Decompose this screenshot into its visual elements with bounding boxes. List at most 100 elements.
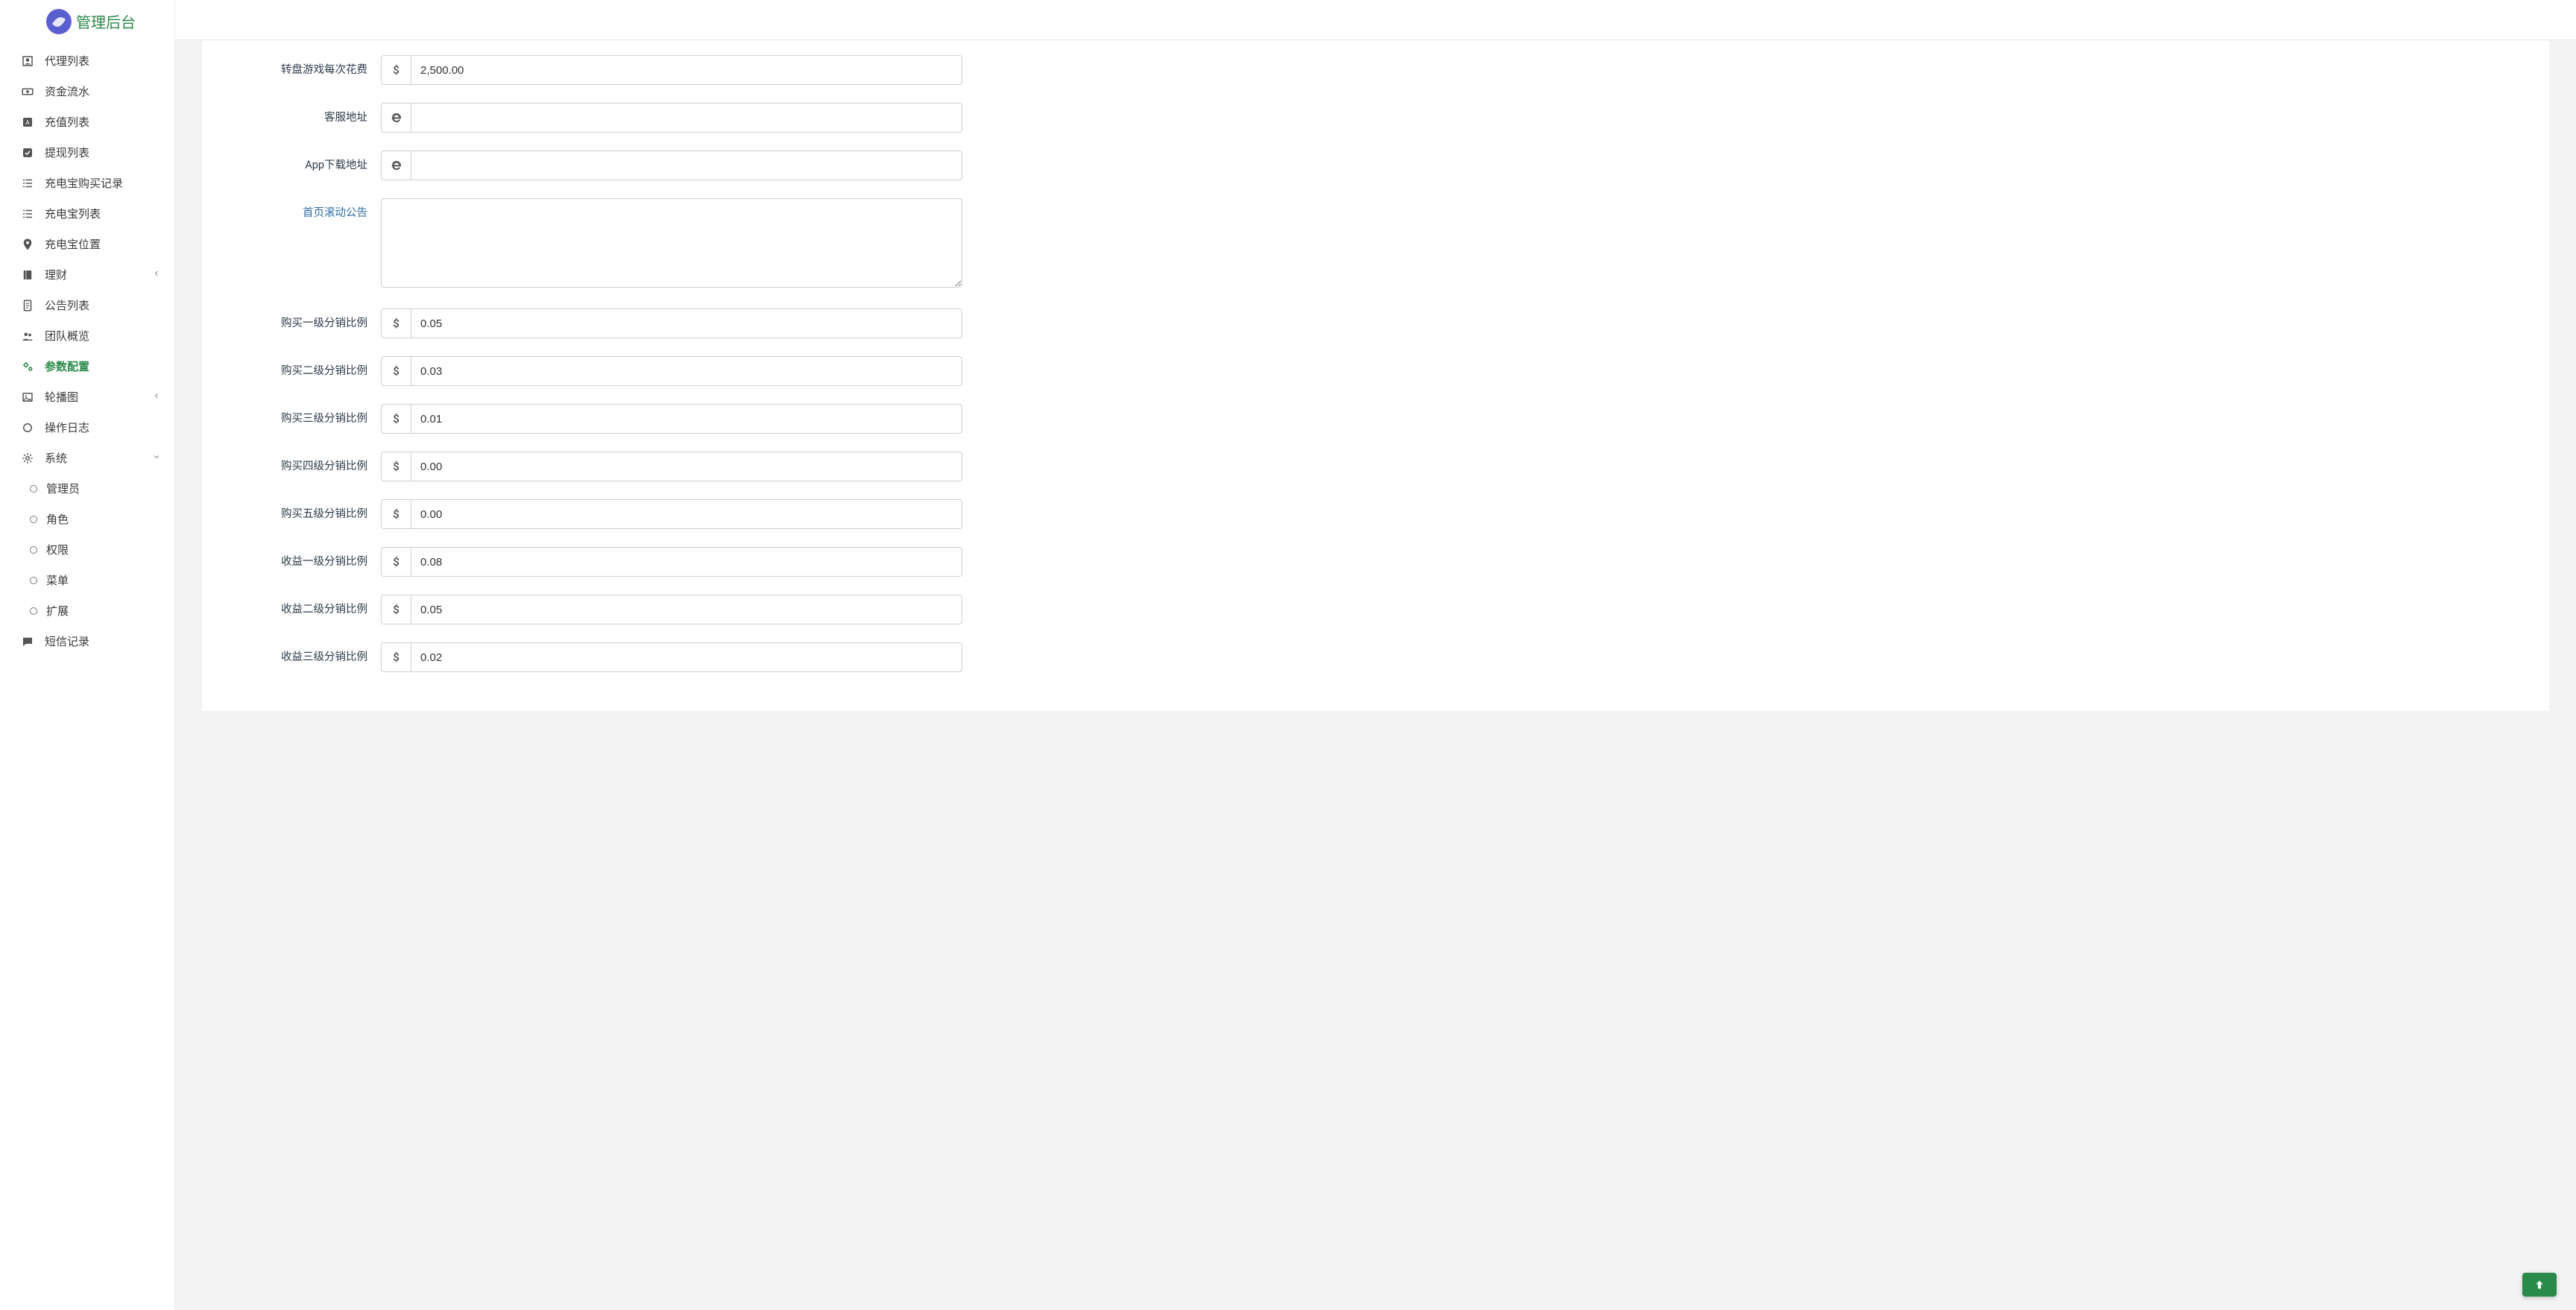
doc-icon <box>21 299 34 312</box>
topbar <box>175 0 2576 40</box>
form-label-cs_url: 客服地址 <box>224 103 381 124</box>
sidebar-subitem-13-4[interactable]: 扩展 <box>0 595 174 626</box>
chevron-left-icon <box>152 391 161 402</box>
sidebar-item-2[interactable]: A 充值列表 <box>0 107 174 137</box>
scroll-to-top-button[interactable] <box>2522 1273 2557 1297</box>
form-row-app_url: App下载地址 <box>224 142 2527 189</box>
chevron-left-icon <box>152 269 161 280</box>
form-label-buy_l3: 购买三级分销比例 <box>224 404 381 425</box>
sidebar: 管理后台 代理列表资金流水 A 充值列表提现列表充电宝购买记录充电宝列表充电宝位置理… <box>0 0 175 1310</box>
list2-icon <box>21 207 34 221</box>
cash-icon <box>21 85 34 98</box>
recharge-icon: A <box>21 116 34 129</box>
form-control-rev_l1: $ <box>381 547 962 577</box>
form-control-buy_l3: $ <box>381 404 962 434</box>
sidebar-item-label: 充电宝购买记录 <box>45 175 123 191</box>
sidebar-item-5[interactable]: 充电宝列表 <box>0 198 174 229</box>
sidebar-item-label: 资金流水 <box>45 83 89 99</box>
dollar-icon: $ <box>381 642 411 672</box>
sidebar-subitem-label: 扩展 <box>46 603 69 618</box>
form-row-rev_l2: 收益二级分销比例$ <box>224 586 2527 633</box>
dollar-icon: $ <box>381 499 411 529</box>
sidebar-item-label: 提现列表 <box>45 145 89 160</box>
form-label-rev_l2: 收益二级分销比例 <box>224 595 381 616</box>
circle-icon <box>21 421 34 434</box>
image-icon <box>21 390 34 404</box>
dollar-icon: $ <box>381 308 411 338</box>
dollar-icon: $ <box>381 404 411 434</box>
form-control-rev_l2: $ <box>381 595 962 624</box>
sidebar-item-label: 理财 <box>45 267 67 282</box>
sidebar-item-label: 操作日志 <box>45 420 89 435</box>
dollar-icon: $ <box>381 452 411 481</box>
content-scroll[interactable]: 转盘游戏每次花费$客服地址App下载地址首页滚动公告购买一级分销比例$购买二级分… <box>175 40 2576 1310</box>
cogs-icon <box>21 360 34 373</box>
form-label-rev_l1: 收益一级分销比例 <box>224 547 381 569</box>
form-row-home_notice: 首页滚动公告 <box>224 189 2527 300</box>
sidebar-subitem-13-1[interactable]: 角色 <box>0 504 174 534</box>
sidebar-subitem-13-0[interactable]: 管理员 <box>0 473 174 504</box>
brand: 管理后台 <box>0 0 174 42</box>
circle-outline-icon <box>30 516 37 523</box>
pin-icon <box>21 238 34 251</box>
form-control-spin_cost: $ <box>381 55 962 85</box>
dollar-icon: $ <box>381 356 411 386</box>
brand-logo-icon <box>46 9 72 34</box>
form-control-buy_l4: $ <box>381 452 962 481</box>
form-row-cs_url: 客服地址 <box>224 94 2527 142</box>
svg-text:A: A <box>25 119 30 127</box>
input-buy_l2[interactable] <box>411 356 962 386</box>
input-buy_l5[interactable] <box>411 499 962 529</box>
sidebar-item-11[interactable]: 轮播图 <box>0 382 174 412</box>
ie-icon <box>381 151 411 180</box>
sidebar-item-7[interactable]: 理财 <box>0 259 174 290</box>
input-rev_l3[interactable] <box>411 642 962 672</box>
input-cs_url[interactable] <box>411 103 962 133</box>
form-control-buy_l2: $ <box>381 356 962 386</box>
sidebar-item-label: 充值列表 <box>45 114 89 130</box>
sidebar-item-label: 系统 <box>45 450 67 466</box>
input-buy_l1[interactable] <box>411 308 962 338</box>
input-rev_l1[interactable] <box>411 547 962 577</box>
arrow-up-icon <box>2534 1279 2545 1291</box>
input-spin_cost[interactable] <box>411 55 962 85</box>
form-row-rev_l3: 收益三级分销比例$ <box>224 633 2527 681</box>
sidebar-subitem-label: 菜单 <box>46 572 69 588</box>
sidebar-item-8[interactable]: 公告列表 <box>0 290 174 320</box>
sidebar-item-label: 轮播图 <box>45 389 78 405</box>
form-control-home_notice <box>381 198 962 291</box>
form-control-buy_l5: $ <box>381 499 962 529</box>
sidebar-item-label: 公告列表 <box>45 297 89 313</box>
sidebar-subitem-13-3[interactable]: 菜单 <box>0 565 174 595</box>
sidebar-item-3[interactable]: 提现列表 <box>0 137 174 168</box>
sidebar-item-6[interactable]: 充电宝位置 <box>0 229 174 259</box>
form-control-rev_l3: $ <box>381 642 962 672</box>
input-app_url[interactable] <box>411 151 962 180</box>
sidebar-item-1[interactable]: 资金流水 <box>0 76 174 107</box>
sidebar-item-14[interactable]: 短信记录 <box>0 626 174 656</box>
sidebar-item-label: 短信记录 <box>45 633 89 649</box>
sidebar-item-0[interactable]: 代理列表 <box>0 45 174 76</box>
form-card: 转盘游戏每次花费$客服地址App下载地址首页滚动公告购买一级分销比例$购买二级分… <box>202 40 2549 711</box>
sidebar-item-10[interactable]: 参数配置 <box>0 351 174 382</box>
sidebar-item-label: 参数配置 <box>45 358 89 374</box>
input-buy_l3[interactable] <box>411 404 962 434</box>
form-label-spin_cost: 转盘游戏每次花费 <box>224 55 381 77</box>
form-label-app_url: App下载地址 <box>224 151 381 172</box>
brand-title: 管理后台 <box>76 10 136 32</box>
sidebar-subitem-13-2[interactable]: 权限 <box>0 534 174 565</box>
form-row-buy_l2: 购买二级分销比例$ <box>224 347 2527 395</box>
sidebar-item-13[interactable]: 系统 <box>0 443 174 473</box>
input-rev_l2[interactable] <box>411 595 962 624</box>
sidebar-item-4[interactable]: 充电宝购买记录 <box>0 168 174 198</box>
form-label-buy_l1: 购买一级分销比例 <box>224 308 381 330</box>
sidebar-item-label: 代理列表 <box>45 53 89 69</box>
sidebar-item-12[interactable]: 操作日志 <box>0 412 174 443</box>
input-buy_l4[interactable] <box>411 452 962 481</box>
textarea-home_notice[interactable] <box>381 198 962 288</box>
sidebar-item-label: 充电宝位置 <box>45 236 101 252</box>
comment-icon <box>21 635 34 648</box>
form-row-buy_l4: 购买四级分销比例$ <box>224 443 2527 490</box>
sidebar-item-9[interactable]: 团队概览 <box>0 320 174 351</box>
dollar-icon: $ <box>381 595 411 624</box>
